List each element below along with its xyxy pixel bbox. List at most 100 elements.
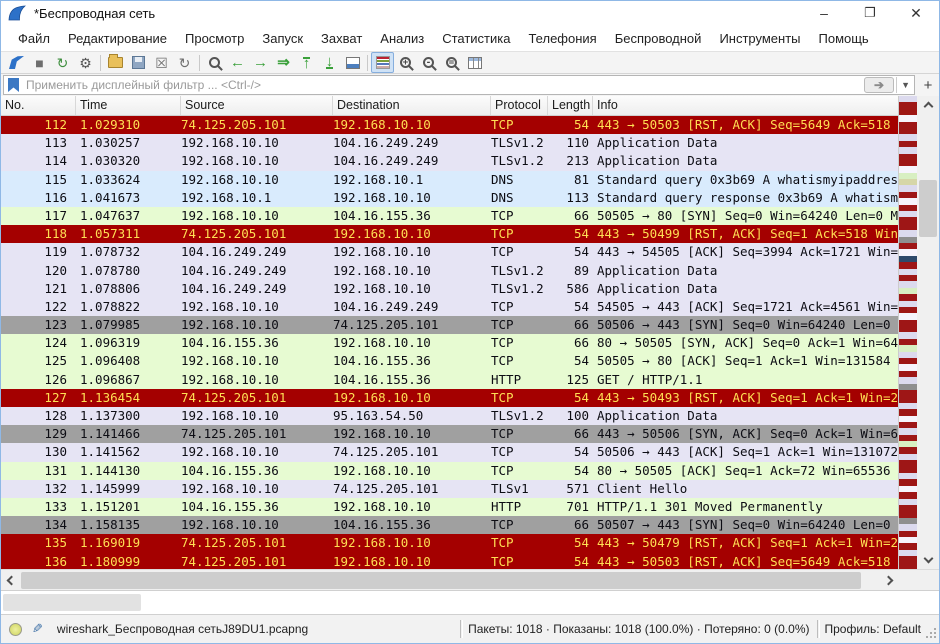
cell-no: 125 — [1, 352, 76, 370]
scroll-left-button[interactable] — [1, 570, 21, 591]
stop-capture-icon[interactable]: ■ — [28, 52, 51, 73]
cell-protocol: TCP — [491, 352, 548, 370]
table-row[interactable]: 115 1.033624 192.168.10.10 192.168.10.1 … — [1, 171, 898, 189]
horizontal-scroll-thumb[interactable] — [21, 572, 861, 589]
col-header-protocol[interactable]: Protocol — [491, 96, 548, 115]
minimize-button[interactable]: – — [801, 1, 847, 25]
table-row[interactable]: 135 1.169019 74.125.205.101 192.168.10.1… — [1, 534, 898, 552]
close-file-icon[interactable]: ☒ — [150, 52, 173, 73]
menu-go[interactable]: Запуск — [253, 27, 312, 50]
start-capture-icon[interactable] — [5, 52, 28, 73]
table-row[interactable]: 124 1.096319 104.16.155.36 192.168.10.10… — [1, 334, 898, 352]
filter-bookmark-icon[interactable] — [8, 78, 19, 92]
table-row[interactable]: 125 1.096408 192.168.10.10 104.16.155.36… — [1, 352, 898, 370]
cell-source: 192.168.10.10 — [181, 316, 333, 334]
col-header-time[interactable]: Time — [76, 96, 181, 115]
col-header-source[interactable]: Source — [181, 96, 333, 115]
menu-statistics[interactable]: Статистика — [433, 27, 519, 50]
table-row[interactable]: 123 1.079985 192.168.10.10 74.125.205.10… — [1, 316, 898, 334]
open-file-icon[interactable] — [104, 52, 127, 73]
table-row[interactable]: 120 1.078780 104.16.249.249 192.168.10.1… — [1, 262, 898, 280]
profile-label[interactable]: Профиль: Default — [825, 622, 922, 636]
capture-comment-icon[interactable]: ✎ — [32, 621, 43, 637]
table-row[interactable]: 116 1.041673 192.168.10.1 192.168.10.10 … — [1, 189, 898, 207]
table-row[interactable]: 131 1.144130 104.16.155.36 192.168.10.10… — [1, 462, 898, 480]
first-packet-icon[interactable]: ↑ — [295, 52, 318, 73]
horizontal-scrollbar[interactable] — [1, 569, 939, 590]
table-row[interactable]: 114 1.030320 192.168.10.10 104.16.249.24… — [1, 152, 898, 170]
cell-length: 701 — [548, 498, 593, 516]
menu-file[interactable]: Файл — [9, 27, 59, 50]
cell-info: Application Data — [593, 152, 898, 170]
col-header-length[interactable]: Length — [548, 96, 593, 115]
goto-packet-icon[interactable]: ⇒ — [272, 52, 295, 73]
col-header-info[interactable]: Info — [593, 96, 898, 115]
table-row[interactable]: 136 1.180999 74.125.205.101 192.168.10.1… — [1, 553, 898, 570]
last-packet-icon[interactable]: ↓ — [318, 52, 341, 73]
close-button[interactable]: ✕ — [893, 1, 939, 25]
minimap-stripe — [899, 563, 917, 569]
table-row[interactable]: 130 1.141562 192.168.10.10 74.125.205.10… — [1, 443, 898, 461]
scroll-right-button[interactable] — [878, 570, 898, 591]
cell-destination: 192.168.10.10 — [333, 243, 491, 261]
table-row[interactable]: 133 1.151201 104.16.155.36 192.168.10.10… — [1, 498, 898, 516]
cell-protocol: TLSv1.2 — [491, 407, 548, 425]
menu-analyze[interactable]: Анализ — [371, 27, 433, 50]
menu-tools[interactable]: Инструменты — [710, 27, 809, 50]
capture-options-icon[interactable]: ⚙ — [74, 52, 97, 73]
scroll-down-icon[interactable] — [923, 554, 933, 564]
previous-packet-icon[interactable]: ← — [226, 52, 249, 73]
menu-view[interactable]: Просмотр — [176, 27, 253, 50]
packet-minimap-scrollbar[interactable] — [898, 96, 917, 569]
zoom-out-icon[interactable]: - — [417, 52, 440, 73]
resize-columns-icon[interactable] — [463, 52, 486, 73]
table-row[interactable]: 119 1.078732 104.16.249.249 192.168.10.1… — [1, 243, 898, 261]
table-row[interactable]: 129 1.141466 74.125.205.101 192.168.10.1… — [1, 425, 898, 443]
table-row[interactable]: 117 1.047637 192.168.10.10 104.16.155.36… — [1, 207, 898, 225]
save-file-icon[interactable] — [127, 52, 150, 73]
table-row[interactable]: 128 1.137300 192.168.10.10 95.163.54.50 … — [1, 407, 898, 425]
next-packet-icon[interactable]: → — [249, 52, 272, 73]
colorize-packets-icon[interactable] — [371, 52, 394, 73]
expert-info-icon[interactable] — [9, 623, 22, 636]
table-row[interactable]: 132 1.145999 192.168.10.10 74.125.205.10… — [1, 480, 898, 498]
table-row[interactable]: 127 1.136454 74.125.205.101 192.168.10.1… — [1, 389, 898, 407]
vertical-scroll-track[interactable] — [917, 110, 939, 555]
maximize-button[interactable]: ❐ — [847, 1, 893, 25]
table-row[interactable]: 122 1.078822 192.168.10.10 104.16.249.24… — [1, 298, 898, 316]
menu-wireless[interactable]: Беспроводной — [606, 27, 711, 50]
zoom-normal-icon[interactable]: = — [440, 52, 463, 73]
zoom-in-icon[interactable]: + — [394, 52, 417, 73]
display-filter-input[interactable] — [24, 77, 864, 93]
horizontal-scroll-track[interactable] — [21, 570, 878, 591]
col-header-destination[interactable]: Destination — [333, 96, 491, 115]
menu-help[interactable]: Помощь — [810, 27, 878, 50]
cell-destination: 104.16.249.249 — [333, 134, 491, 152]
filter-dropdown-caret-icon[interactable]: ▼ — [896, 77, 914, 93]
cell-length: 66 — [548, 207, 593, 225]
table-row[interactable]: 121 1.078806 104.16.249.249 192.168.10.1… — [1, 280, 898, 298]
cell-protocol: TCP — [491, 334, 548, 352]
menu-capture[interactable]: Захват — [312, 27, 371, 50]
vertical-scrollbar[interactable] — [917, 96, 939, 569]
cell-time: 1.033624 — [76, 171, 181, 189]
table-row[interactable]: 113 1.030257 192.168.10.10 104.16.249.24… — [1, 134, 898, 152]
resize-grip[interactable] — [925, 627, 937, 639]
vertical-scroll-thumb[interactable] — [919, 180, 937, 237]
menu-edit[interactable]: Редактирование — [59, 27, 176, 50]
auto-scroll-icon[interactable] — [341, 52, 364, 73]
col-header-no[interactable]: No. — [1, 96, 76, 115]
reload-file-icon[interactable]: ↻ — [173, 52, 196, 73]
menu-telephony[interactable]: Телефония — [519, 27, 605, 50]
apply-filter-button[interactable]: ➔ — [864, 77, 894, 93]
find-packet-icon[interactable] — [203, 52, 226, 73]
detail-pane-scroll-thumb[interactable] — [3, 594, 141, 611]
restart-capture-icon[interactable]: ↻ — [51, 52, 74, 73]
add-filter-button[interactable]: + — [919, 76, 937, 94]
toolbar-separator — [199, 55, 200, 71]
table-row[interactable]: 118 1.057311 74.125.205.101 192.168.10.1… — [1, 225, 898, 243]
table-row[interactable]: 134 1.158135 192.168.10.10 104.16.155.36… — [1, 516, 898, 534]
cell-time: 1.151201 — [76, 498, 181, 516]
table-row[interactable]: 126 1.096867 192.168.10.10 104.16.155.36… — [1, 371, 898, 389]
table-row[interactable]: 112 1.029310 74.125.205.101 192.168.10.1… — [1, 116, 898, 134]
